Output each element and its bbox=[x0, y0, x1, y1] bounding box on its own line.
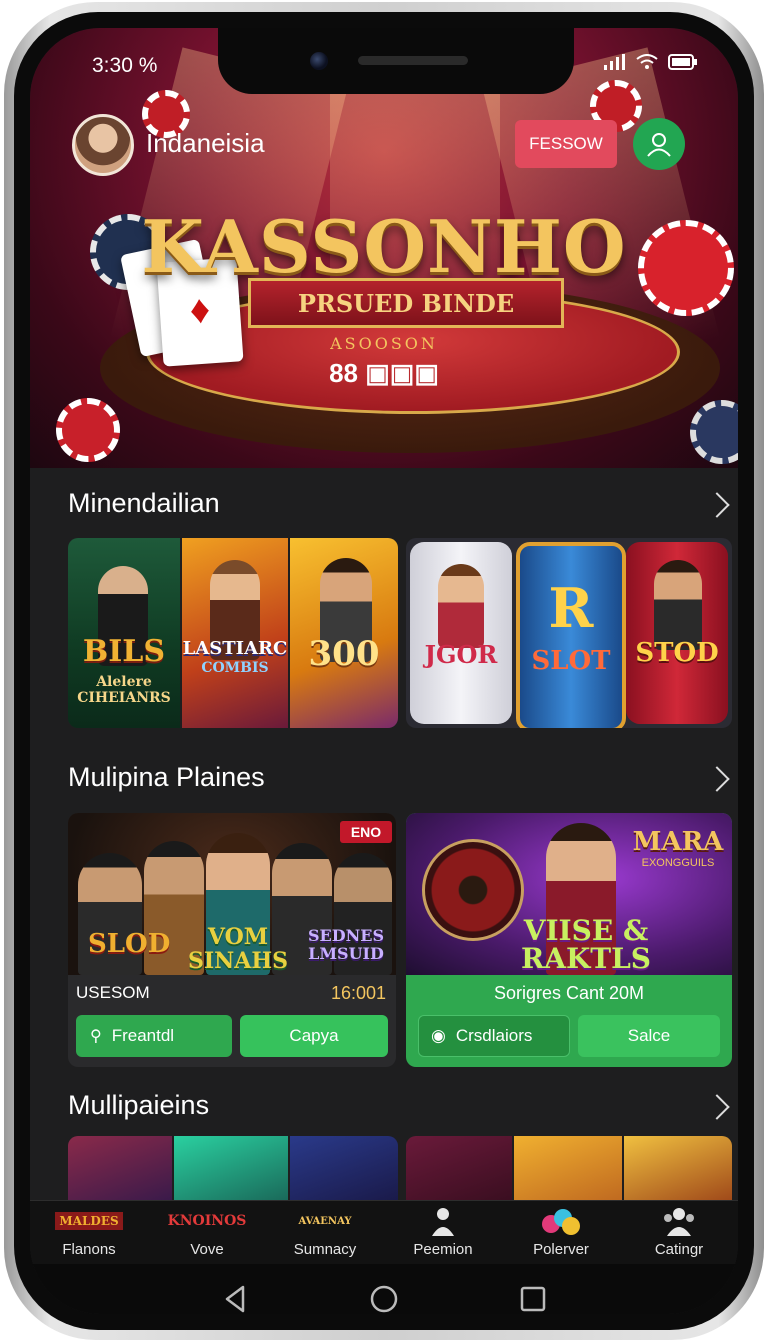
follow-button[interactable]: FESSOW bbox=[515, 120, 617, 168]
signal-icon bbox=[604, 54, 625, 70]
slot-reel[interactable]: STOD bbox=[626, 542, 728, 724]
system-nav-bar bbox=[30, 1264, 738, 1314]
nav-item-peemion[interactable]: Peemion bbox=[388, 1201, 498, 1265]
reel-title: JGOR bbox=[424, 640, 498, 669]
user-icon bbox=[647, 133, 671, 157]
nav-label: Sumnacy bbox=[293, 1241, 357, 1258]
reel-subtitle: SLOT bbox=[531, 646, 611, 676]
section-title: Minendailian bbox=[68, 488, 220, 518]
phone-frame: ♠ ♦ KASSONHO PRSUED BINDE ASOOSON 88 ▣▣▣… bbox=[4, 2, 764, 1340]
card-badge: MARA bbox=[632, 827, 724, 857]
card-caption: Sorigres Cant 20M bbox=[493, 983, 645, 1003]
hero-ribbon: PRSUED BINDE bbox=[248, 278, 564, 328]
game-tile[interactable] bbox=[514, 1136, 622, 1200]
section-title: Mullipaieins bbox=[68, 1090, 210, 1120]
game-card-image: ENO SLOD VOM SINAHS SEDNES LMSUID bbox=[68, 813, 396, 975]
card-time: 16:001 bbox=[330, 983, 386, 1003]
game-card-left[interactable]: ENO SLOD VOM SINAHS SEDNES LMSUID USESOM… bbox=[68, 813, 396, 1067]
status-icons bbox=[604, 54, 698, 70]
hero-banner[interactable]: ♠ ♦ KASSONHO PRSUED BINDE ASOOSON 88 ▣▣▣ bbox=[30, 28, 738, 468]
coin-icon: ◉ bbox=[431, 1026, 446, 1045]
notch bbox=[218, 28, 574, 94]
speaker-grille bbox=[358, 56, 468, 65]
game-row-1: BILS Alelere CIHEIANRS LASTIARC COMBIS 3… bbox=[68, 538, 734, 728]
tile-subtitle: Alelere CIHEIANRS bbox=[77, 674, 171, 706]
card-badge-sub: EXONGGUILS bbox=[641, 857, 715, 869]
profile-button[interactable] bbox=[633, 118, 685, 170]
group-icon bbox=[661, 1205, 697, 1237]
chevron-right-icon[interactable] bbox=[704, 766, 730, 792]
battery-icon bbox=[668, 54, 697, 70]
tile-title: BILS bbox=[82, 634, 166, 669]
person-icon bbox=[428, 1205, 458, 1237]
button-label: Crsdlaiors bbox=[455, 1026, 533, 1045]
game-tile[interactable]: BILS Alelere CIHEIANRS bbox=[68, 538, 180, 728]
card-primary-button[interactable]: Capya bbox=[240, 1015, 388, 1057]
camera-icon bbox=[310, 52, 328, 70]
live-badge: ENO bbox=[340, 821, 392, 843]
game-tile[interactable] bbox=[68, 1136, 172, 1200]
home-icon[interactable] bbox=[369, 1284, 399, 1314]
slot-reel[interactable]: R SLOT bbox=[516, 542, 626, 728]
tile-title: 300 bbox=[308, 634, 380, 674]
nav-item-sumnacy[interactable]: AVAENAY Sumnacy bbox=[270, 1201, 380, 1265]
card-secondary-button[interactable]: ◉ Crsdlaiors bbox=[418, 1015, 570, 1057]
card-title: VIISE & RAKTLS bbox=[520, 914, 652, 975]
card-title: SEDNES LMSUID bbox=[308, 926, 384, 963]
poker-chip-icon bbox=[56, 398, 120, 462]
key-icon: ⚲ bbox=[90, 1028, 102, 1045]
slot-machine-group: JGOR R SLOT STOD bbox=[406, 538, 732, 728]
card-caption: USESOM bbox=[76, 983, 150, 1002]
game-tile[interactable] bbox=[174, 1136, 288, 1200]
nav-label: Flanons bbox=[62, 1241, 116, 1258]
chips-icon bbox=[541, 1205, 581, 1237]
username: Indaneisia bbox=[146, 128, 265, 158]
game-tile[interactable] bbox=[290, 1136, 398, 1200]
chevron-right-icon[interactable] bbox=[704, 1094, 730, 1120]
nav-logo: AVAENAY bbox=[298, 1215, 352, 1227]
recents-icon[interactable] bbox=[519, 1285, 547, 1313]
felt-text: ASOOSON bbox=[330, 334, 438, 353]
game-card-right[interactable]: MARA EXONGGUILS VIISE & RAKTLS Sorigres … bbox=[406, 813, 732, 1067]
bottom-nav: MALDES Flanons KNOINOS Vove AVAENAY Sumn… bbox=[30, 1200, 738, 1265]
game-tile[interactable]: LASTIARC COMBIS bbox=[182, 538, 288, 728]
game-tile[interactable] bbox=[624, 1136, 732, 1200]
game-card-image: MARA EXONGGUILS VIISE & RAKTLS bbox=[406, 813, 732, 975]
nav-label: Polerver bbox=[533, 1241, 589, 1258]
card-title: SLOD bbox=[88, 929, 171, 959]
nav-logo: KNOINOS bbox=[167, 1213, 247, 1229]
section-title: Mulipina Plaines bbox=[68, 762, 265, 792]
game-row-3 bbox=[68, 1136, 732, 1200]
nav-label: Peemion bbox=[413, 1241, 473, 1258]
screen: ♠ ♦ KASSONHO PRSUED BINDE ASOOSON 88 ▣▣▣… bbox=[30, 28, 738, 1314]
slot-reel[interactable]: JGOR bbox=[410, 542, 512, 724]
back-icon[interactable] bbox=[221, 1284, 249, 1314]
chevron-right-icon[interactable] bbox=[704, 492, 730, 518]
reel-title: STOD bbox=[635, 638, 719, 668]
phone-bezel: ♠ ♦ KASSONHO PRSUED BINDE ASOOSON 88 ▣▣▣… bbox=[14, 12, 754, 1330]
tile-subtitle: COMBIS bbox=[201, 660, 269, 676]
game-tile[interactable] bbox=[406, 1136, 512, 1200]
hero-logo: KASSONHO bbox=[141, 204, 627, 289]
tile-title: LASTIARC bbox=[182, 638, 288, 659]
nav-logo: MALDES bbox=[55, 1205, 123, 1237]
avatar[interactable] bbox=[72, 114, 134, 176]
game-tile[interactable]: 300 bbox=[290, 538, 398, 728]
reel-title: R bbox=[548, 576, 594, 640]
card-secondary-button[interactable]: ⚲ Freantdl bbox=[76, 1015, 232, 1057]
card-title: VOM SINAHS bbox=[187, 924, 289, 974]
wifi-icon bbox=[636, 54, 658, 69]
nav-item-flanons[interactable]: MALDES Flanons bbox=[34, 1201, 144, 1265]
nav-item-polerver[interactable]: Polerver bbox=[506, 1201, 616, 1265]
nav-label: Catingr bbox=[654, 1241, 704, 1258]
nav-item-vove[interactable]: KNOINOS Vove bbox=[152, 1201, 262, 1265]
button-label: Freantdl bbox=[111, 1026, 175, 1045]
card-primary-button[interactable]: Salce bbox=[578, 1015, 720, 1057]
nav-label: Vove bbox=[190, 1241, 224, 1258]
poker-chip-icon bbox=[690, 400, 738, 464]
felt-dice: 88 ▣▣▣ bbox=[329, 358, 439, 388]
status-time: 3:30 % bbox=[92, 54, 158, 77]
nav-item-catingr[interactable]: Catingr bbox=[624, 1201, 734, 1265]
